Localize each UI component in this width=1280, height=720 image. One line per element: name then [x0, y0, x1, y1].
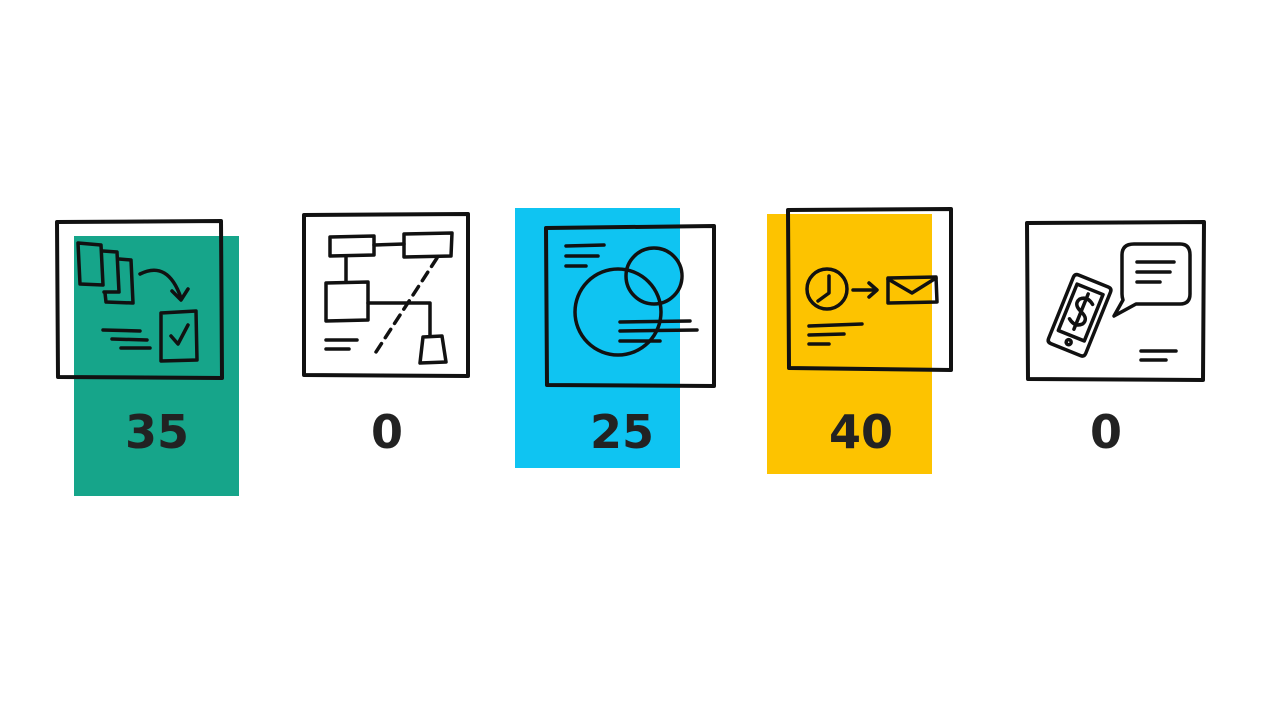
- card-3-value: 25: [590, 405, 654, 459]
- card-2: 0: [302, 212, 470, 459]
- card-3: 25: [515, 208, 716, 468]
- card-4: 40: [767, 207, 953, 474]
- flowchart-icon: [302, 212, 470, 378]
- card-5: 0: [1025, 220, 1206, 459]
- mobile-payment-chat-icon: [1025, 220, 1206, 382]
- card-5-value: 0: [1090, 405, 1122, 459]
- card-4-value: 40: [829, 405, 893, 459]
- card-2-value: 0: [371, 405, 403, 459]
- card-1: 35: [55, 219, 239, 496]
- scores-panel: 35 0 25 40 0: [55, 207, 1206, 496]
- card-1-value: 35: [125, 405, 189, 459]
